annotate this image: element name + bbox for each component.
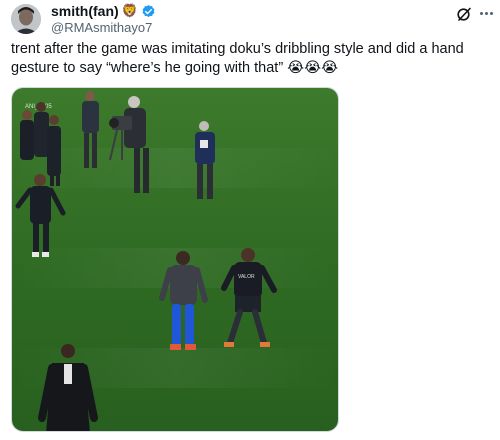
author-display-name[interactable]: smith(fan): [51, 3, 119, 19]
tweet-video[interactable]: ANI_1905: [11, 87, 339, 432]
verified-badge-icon: [142, 4, 155, 17]
video-frame: ANI_1905: [12, 88, 338, 431]
grok-icon[interactable]: [456, 6, 472, 22]
author-name-row: smith(fan) 🦁: [51, 3, 156, 19]
kit-text: VALOR: [238, 274, 255, 280]
avatar[interactable]: [11, 4, 41, 34]
tweet: smith(fan) 🦁 @RMAsmithayo7 trent after t…: [0, 0, 500, 440]
lion-emoji-icon: 🦁: [121, 3, 138, 18]
more-options-icon[interactable]: [476, 4, 496, 22]
tweet-text: trent after the game was imitating doku’…: [11, 41, 464, 76]
author-handle[interactable]: @RMAsmithayo7: [51, 20, 152, 35]
